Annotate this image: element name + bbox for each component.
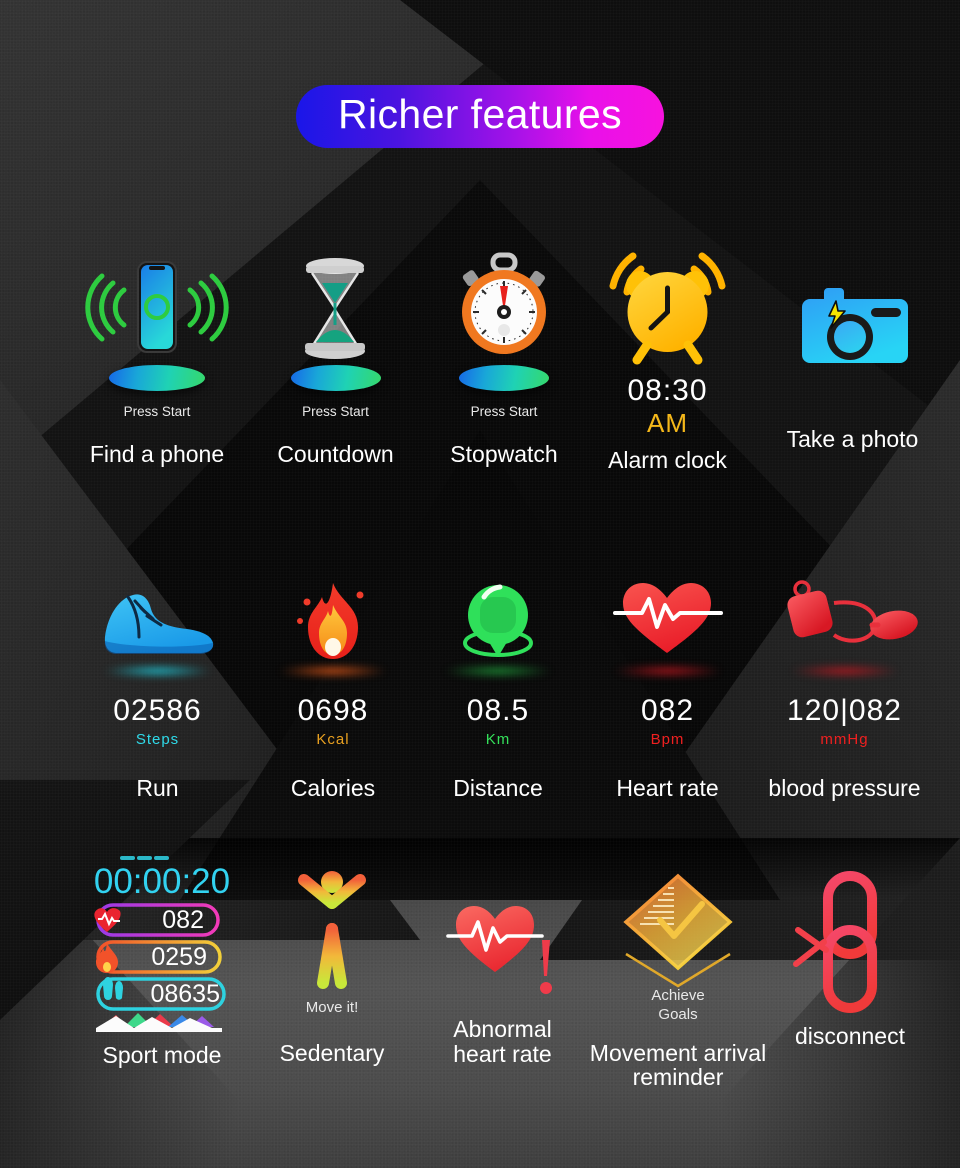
press-start-disc[interactable]: [109, 365, 205, 391]
achievement-badge-icon: [578, 868, 778, 993]
feature-take-a-photo[interactable]: Take a photo: [760, 250, 945, 452]
broken-link-icon: [760, 868, 940, 1018]
feature-caption: blood pressure: [768, 775, 921, 801]
feature-calories[interactable]: 0698 Kcal Calories: [248, 575, 418, 801]
alarm-time-meridiem: AM: [647, 408, 688, 438]
page-header: Richer features: [0, 85, 960, 148]
feature-subtext: Press Start: [123, 404, 191, 419]
feature-caption: Abnormal heart rate: [453, 1016, 552, 1067]
metric-unit: mmHg: [820, 731, 869, 748]
heart-pulse-icon: [585, 575, 750, 665]
icon-glow: [789, 665, 900, 677]
feature-caption: Calories: [290, 775, 376, 801]
feature-run[interactable]: 02586 Steps Run: [65, 575, 250, 801]
feature-subtext: Move it!: [305, 999, 359, 1016]
metric-unit: Steps: [135, 731, 180, 748]
feature-caption: Alarm clock: [608, 447, 727, 473]
feature-movement-arrival[interactable]: Achieve Goals Movement arrival reminder: [578, 868, 778, 1090]
sport-stat-steps-value: 08635: [150, 980, 220, 1008]
metric-unit: Kcal: [316, 731, 350, 748]
feature-find-a-phone[interactable]: Press Start Find a phone: [62, 250, 252, 467]
press-start-disc[interactable]: [459, 365, 549, 391]
metric-value: 08.5: [466, 694, 530, 727]
metric-unit: Km: [485, 731, 511, 748]
stopwatch-icon: [420, 250, 588, 365]
hourglass-icon: [248, 250, 423, 365]
feature-sedentary[interactable]: Move it! Sedentary: [252, 865, 412, 1066]
phone-ringing-icon: [62, 250, 252, 365]
icon-glow: [278, 665, 388, 677]
feature-subtext: Press Start: [470, 404, 538, 419]
icon-glow: [443, 665, 553, 677]
sport-timer-text: 00:00:20: [94, 862, 230, 901]
feature-caption: Stopwatch: [450, 441, 558, 467]
camera-icon: [760, 250, 945, 410]
feature-countdown[interactable]: Press Start Countdown: [248, 250, 423, 467]
feature-caption: Countdown: [277, 441, 394, 467]
feature-caption: Take a photo: [786, 426, 919, 452]
alarm-time-value: 08:30: [627, 374, 708, 407]
metric-unit: Bpm: [650, 731, 685, 748]
feature-caption: Heart rate: [616, 775, 719, 801]
alarm-clock-icon: [585, 250, 750, 370]
icon-glow: [102, 665, 213, 677]
feature-caption: Sport mode: [102, 1042, 222, 1068]
feature-subtext: Press Start: [302, 404, 369, 419]
feature-caption: disconnect: [795, 1023, 905, 1049]
feature-caption: Sedentary: [279, 1040, 385, 1066]
page-title: Richer features: [295, 85, 664, 148]
feature-distance[interactable]: 08.5 Km Distance: [418, 575, 578, 801]
location-pin-icon: [418, 575, 578, 665]
feature-caption: Find a phone: [89, 441, 225, 467]
metric-value: 082: [640, 694, 695, 727]
feature-caption: Run: [136, 775, 179, 801]
feature-disconnect[interactable]: disconnect: [760, 868, 940, 1049]
metric-value: 0698: [297, 694, 369, 727]
icon-glow: [612, 665, 723, 677]
blood-pressure-icon: [742, 575, 947, 665]
feature-abnormal-heart-rate[interactable]: Abnormal heart rate: [420, 890, 585, 1067]
metric-value: 120|082: [787, 694, 902, 727]
feature-caption: Distance: [453, 775, 543, 801]
running-shoe-icon: [65, 575, 250, 665]
press-start-disc[interactable]: [290, 365, 381, 391]
sport-mode-watchface-icon: 00:00:20 082 0259 08635: [72, 845, 252, 1032]
feature-alarm-clock[interactable]: 08:30 AM Alarm clock: [585, 250, 750, 473]
feature-caption: Movement arrival reminder: [589, 1039, 767, 1091]
heart-alert-icon: [420, 890, 585, 1005]
stretching-person-icon: [252, 865, 412, 995]
feature-sport-mode[interactable]: 00:00:20 082 0259 08635 Sport mode: [72, 845, 252, 1068]
feature-stopwatch[interactable]: Press Start Stopwatch: [420, 250, 588, 467]
feature-heart-rate[interactable]: 082 Bpm Heart rate: [585, 575, 750, 801]
flame-icon: [248, 575, 418, 665]
sport-stat-heart-value: 082: [162, 906, 204, 934]
sport-stat-calories-value: 0259: [151, 943, 207, 971]
feature-blood-pressure[interactable]: 120|082 mmHg blood pressure: [742, 575, 947, 801]
metric-value: 02586: [113, 694, 202, 727]
